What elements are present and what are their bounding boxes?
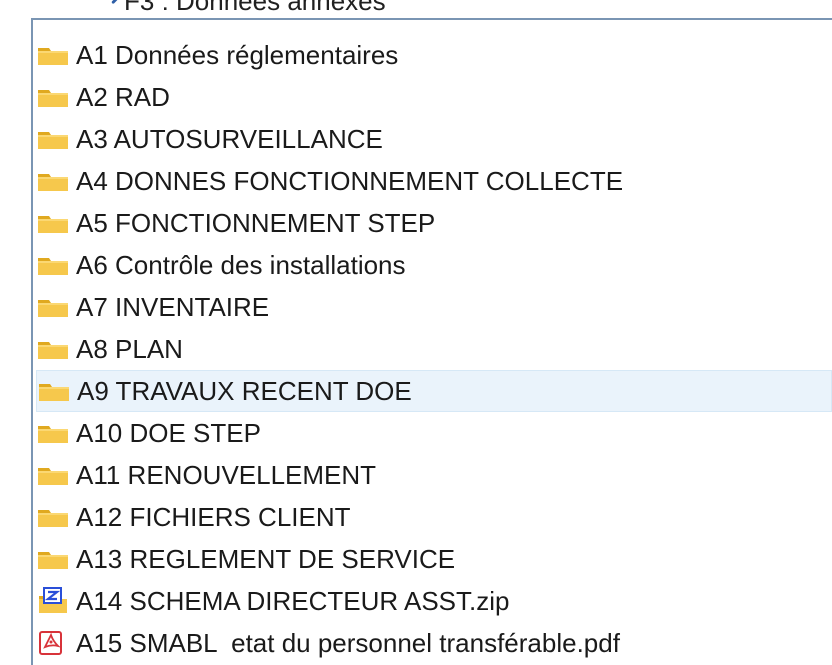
- file-name-label: A10 DOE STEP: [76, 418, 261, 448]
- file-name-label: A11 RENOUVELLEMENT: [76, 460, 377, 490]
- file-name-label: A15 SMABL etat du personnel transférable…: [76, 628, 620, 658]
- file-name-label: A12 FICHIERS CLIENT: [76, 502, 351, 532]
- file-list-item[interactable]: A10 DOE STEP: [36, 412, 832, 454]
- file-name-label: A5 FONCTIONNEMENT STEP: [76, 208, 436, 238]
- file-name-label: A13 REGLEMENT DE SERVICE: [76, 544, 456, 574]
- file-list-item[interactable]: A12 FICHIERS CLIENT: [36, 496, 832, 538]
- file-name-label: A4 DONNES FONCTIONNEMENT COLLECTE: [76, 166, 624, 196]
- zip-archive-icon: [36, 586, 76, 616]
- folder-icon: [36, 460, 76, 490]
- file-list-item[interactable]: A9 TRAVAUX RECENT DOE: [36, 370, 832, 412]
- folder-icon: [36, 334, 76, 364]
- file-list-item[interactable]: A3 AUTOSURVEILLANCE: [36, 118, 832, 160]
- file-name-label: A6 Contrôle des installations: [76, 250, 406, 280]
- file-list-item[interactable]: A4 DONNES FONCTIONNEMENT COLLECTE: [36, 160, 832, 202]
- file-list-item[interactable]: A13 REGLEMENT DE SERVICE: [36, 538, 832, 580]
- file-name-label: A1 Données réglementaires: [76, 40, 399, 70]
- folder-icon: [36, 502, 76, 532]
- folder-icon: [36, 82, 76, 112]
- folder-icon: [36, 40, 76, 70]
- file-list-item[interactable]: A11 RENOUVELLEMENT: [36, 454, 832, 496]
- file-name-label: A2 RAD: [76, 82, 170, 112]
- file-list-item[interactable]: A2 RAD: [36, 76, 832, 118]
- file-name-label: A7 INVENTAIRE: [76, 292, 270, 322]
- folder-icon: [36, 418, 76, 448]
- file-list-item[interactable]: A6 Contrôle des installations: [36, 244, 832, 286]
- file-list-item[interactable]: A15 SMABL etat du personnel transférable…: [36, 622, 832, 664]
- file-list-item[interactable]: A1 Données réglementaires: [36, 34, 832, 76]
- folder-icon: [36, 208, 76, 238]
- file-name-label: A3 AUTOSURVEILLANCE: [76, 124, 383, 154]
- folder-icon: [36, 166, 76, 196]
- file-name-label: A8 PLAN: [76, 334, 183, 364]
- file-list-item[interactable]: A5 FONCTIONNEMENT STEP: [36, 202, 832, 244]
- file-list-item[interactable]: A8 PLAN: [36, 328, 832, 370]
- folder-icon: [36, 124, 76, 154]
- folder-icon: [37, 376, 77, 406]
- pdf-file-icon: [36, 628, 76, 658]
- file-name-label: A9 TRAVAUX RECENT DOE: [77, 376, 412, 406]
- folder-icon: [36, 292, 76, 322]
- file-list-item[interactable]: A7 INVENTAIRE: [36, 286, 832, 328]
- folder-icon: [36, 250, 76, 280]
- file-name-label: A14 SCHEMA DIRECTEUR ASST.zip: [76, 586, 510, 616]
- file-list: A1 Données réglementaires A2 RAD A3 AUTO…: [0, 0, 832, 665]
- file-list-item[interactable]: A14 SCHEMA DIRECTEUR ASST.zip: [36, 580, 832, 622]
- folder-icon: [36, 544, 76, 574]
- file-explorer-view: ➜ F3 : Données annexes A1 Données réglem…: [0, 0, 832, 665]
